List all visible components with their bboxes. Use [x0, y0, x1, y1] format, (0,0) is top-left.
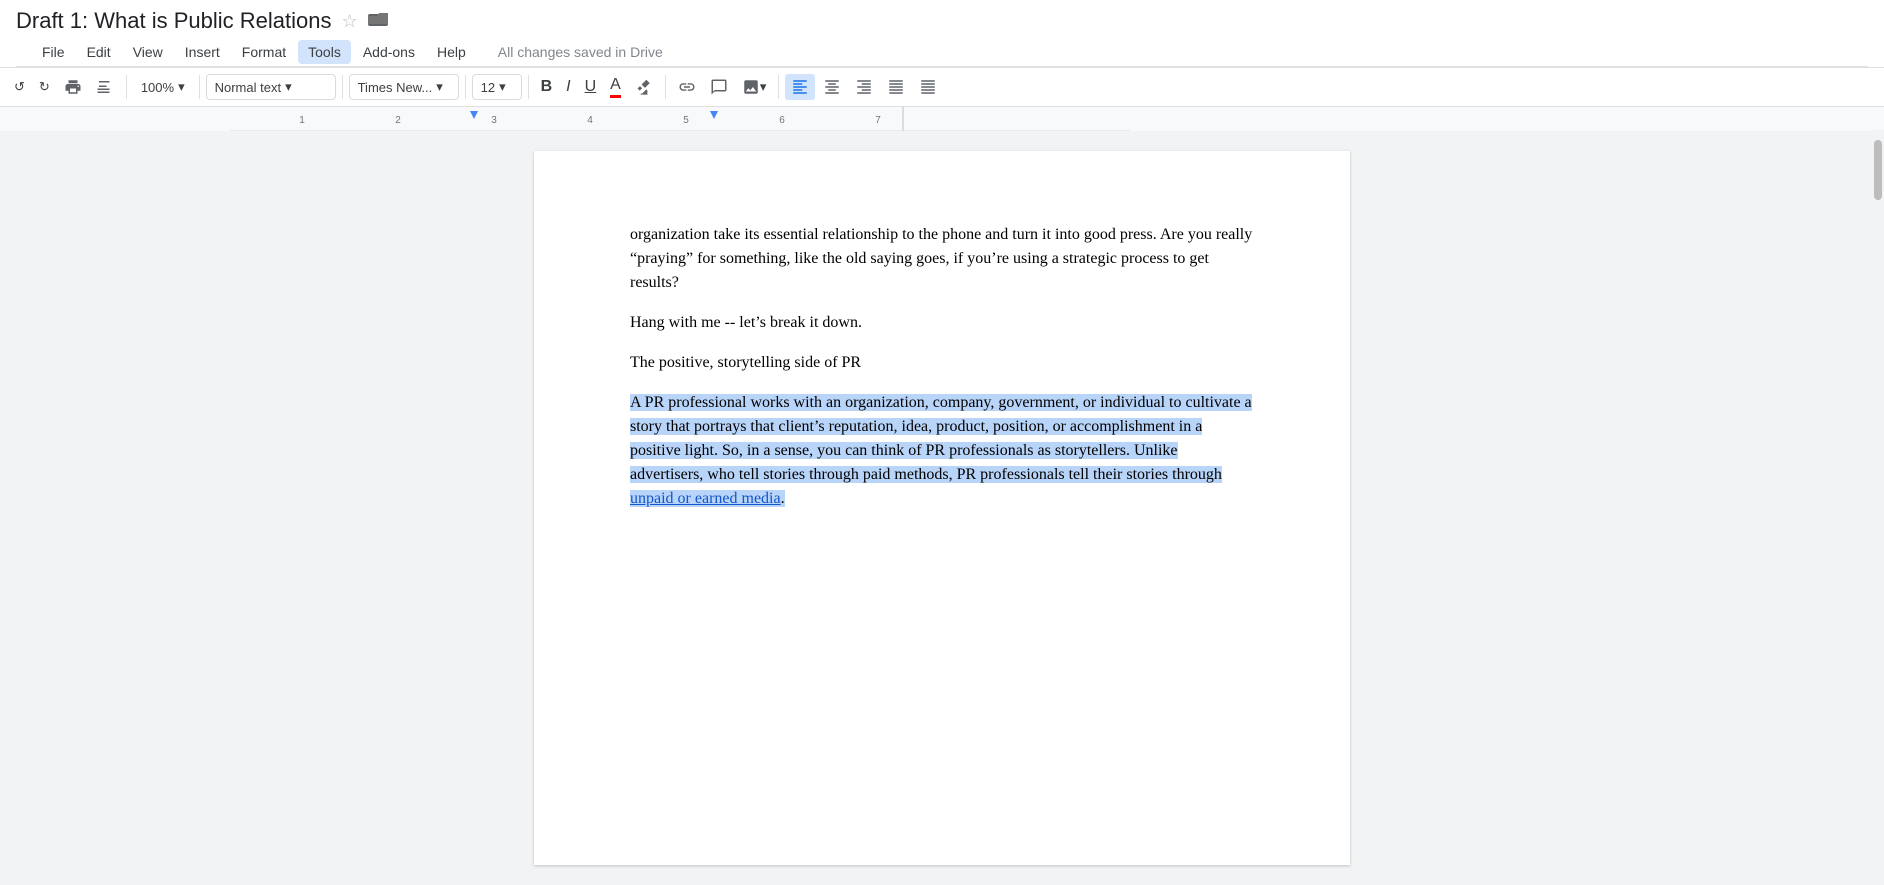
- ruler: // Can't use script here, inline static …: [0, 107, 1884, 131]
- save-status: All changes saved in Drive: [498, 44, 663, 60]
- underline-button[interactable]: U: [579, 74, 603, 100]
- font-size-drop-icon: ▾: [499, 79, 506, 95]
- align-left-button[interactable]: [785, 74, 815, 100]
- divider-7: [778, 75, 779, 99]
- text-color-button[interactable]: A: [604, 72, 627, 102]
- svg-text:1: 1: [299, 115, 305, 126]
- menu-help[interactable]: Help: [427, 40, 476, 64]
- divider-1: [126, 75, 127, 99]
- divider-2: [199, 75, 200, 99]
- zoom-drop-icon: ▾: [178, 79, 185, 95]
- menu-file[interactable]: File: [32, 40, 75, 64]
- folder-icon[interactable]: [368, 11, 388, 32]
- scrollbar-thumb[interactable]: [1874, 140, 1882, 200]
- divider-5: [528, 75, 529, 99]
- font-size-dropdown[interactable]: 12 ▾: [472, 74, 522, 100]
- para-4-selected-main: A PR professional works with an organiza…: [630, 394, 1252, 483]
- para-3-text: The positive, storytelling side of PR: [630, 354, 861, 371]
- image-button[interactable]: ▾: [736, 74, 773, 100]
- align-center-button[interactable]: [817, 74, 847, 100]
- svg-text:7: 7: [875, 115, 881, 126]
- menu-view[interactable]: View: [123, 40, 173, 64]
- divider-4: [465, 75, 466, 99]
- zoom-dropdown[interactable]: 100% ▾: [133, 75, 193, 99]
- comment-button[interactable]: [704, 74, 734, 100]
- style-dropdown[interactable]: Normal text ▾: [206, 74, 336, 100]
- paint-format-button[interactable]: [90, 74, 120, 100]
- para-5-text: [630, 530, 634, 547]
- menu-format[interactable]: Format: [232, 40, 296, 64]
- menu-tools[interactable]: Tools: [298, 40, 351, 64]
- print-button[interactable]: [58, 74, 88, 100]
- font-drop-icon: ▾: [436, 79, 443, 95]
- svg-text:3: 3: [491, 115, 497, 126]
- align-right-button[interactable]: [849, 74, 879, 100]
- more-button[interactable]: [913, 74, 943, 100]
- paragraph-5: [630, 527, 1254, 551]
- document-area: organization take its essential relation…: [0, 131, 1884, 885]
- svg-text:4: 4: [587, 115, 593, 126]
- menu-addons[interactable]: Add-ons: [353, 40, 425, 64]
- para-4-link[interactable]: unpaid or earned media: [630, 490, 781, 507]
- divider-6: [665, 75, 666, 99]
- divider-3: [342, 75, 343, 99]
- star-icon[interactable]: ☆: [341, 11, 357, 32]
- paragraph-2: Hang with me -- let’s break it down.: [630, 311, 1254, 335]
- para-4-period: .: [781, 490, 785, 507]
- align-justify-button[interactable]: [881, 74, 911, 100]
- paragraph-3: The positive, storytelling side of PR: [630, 351, 1254, 375]
- text-color-label: A: [610, 76, 621, 98]
- menu-bar: File Edit View Insert Format Tools Add-o…: [16, 38, 1868, 67]
- svg-text:6: 6: [779, 115, 785, 126]
- bold-button[interactable]: B: [535, 74, 559, 100]
- doc-title: Draft 1: What is Public Relations: [16, 8, 331, 34]
- menu-edit[interactable]: Edit: [77, 40, 121, 64]
- italic-button[interactable]: I: [560, 74, 576, 100]
- redo-button[interactable]: ↻: [33, 75, 56, 99]
- style-drop-icon: ▾: [285, 79, 292, 95]
- menu-insert[interactable]: Insert: [175, 40, 230, 64]
- paragraph-4: A PR professional works with an organiza…: [630, 391, 1254, 511]
- paragraph-1: organization take its essential relation…: [630, 223, 1254, 295]
- font-size-value: 12: [481, 80, 495, 95]
- scrollbar[interactable]: [1872, 131, 1884, 884]
- link-button[interactable]: [672, 74, 702, 100]
- para-2-text: Hang with me -- let’s break it down.: [630, 314, 862, 331]
- svg-text:5: 5: [683, 115, 689, 126]
- zoom-value: 100%: [141, 80, 174, 95]
- image-drop-icon: ▾: [760, 79, 767, 95]
- font-value: Times New...: [358, 80, 433, 95]
- undo-button[interactable]: ↺: [8, 75, 31, 99]
- style-value: Normal text: [215, 80, 281, 95]
- doc-page: organization take its essential relation…: [534, 151, 1350, 865]
- toolbar: ↺ ↻ 100% ▾ Normal text ▾ Times New... ▾ …: [0, 68, 1884, 107]
- highlight-button[interactable]: [629, 74, 659, 100]
- para-1-text: organization take its essential relation…: [630, 226, 1252, 291]
- font-dropdown[interactable]: Times New... ▾: [349, 74, 459, 100]
- svg-text:2: 2: [395, 115, 401, 126]
